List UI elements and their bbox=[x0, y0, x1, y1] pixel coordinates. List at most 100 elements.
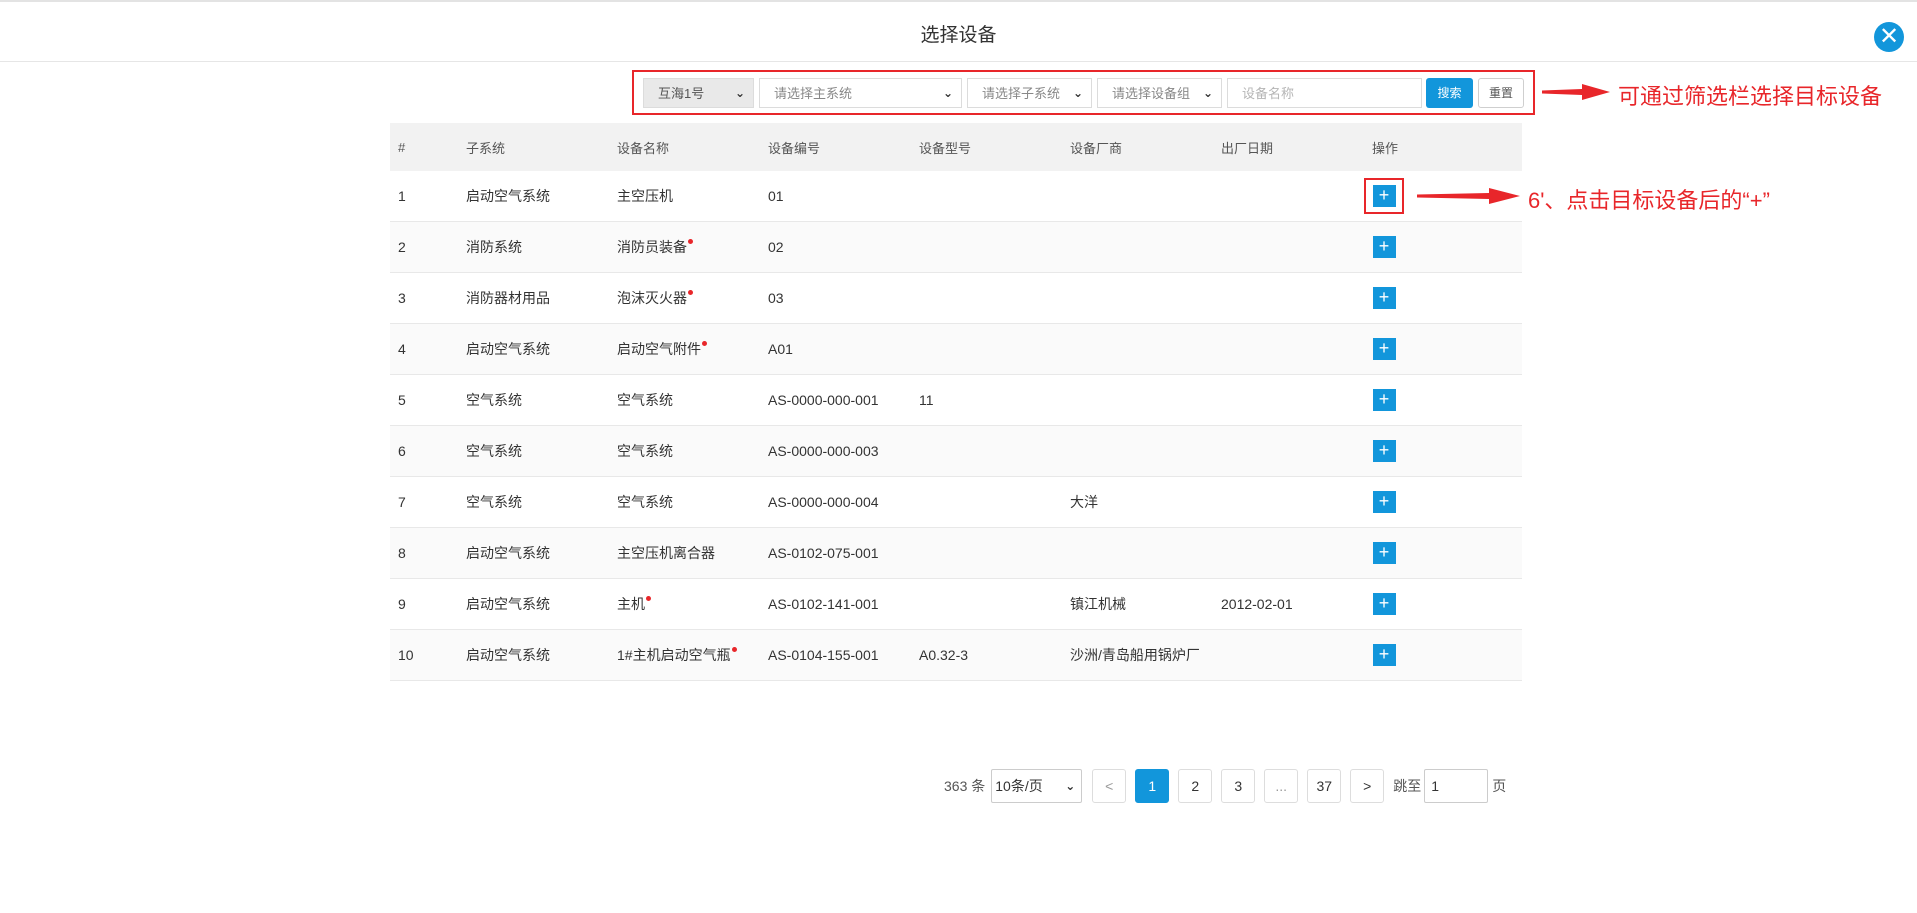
table-row: 8 启动空气系统 主空压机离合器 AS-0102-075-001 + bbox=[390, 528, 1522, 579]
row-action: + bbox=[1372, 331, 1522, 367]
row-subsystem-text: 启动空气系统 bbox=[466, 596, 550, 612]
sub-system-placeholder: 请选择子系统 bbox=[982, 86, 1061, 101]
row-subsystem: 空气系统 bbox=[466, 492, 617, 512]
prev-page-button[interactable]: < bbox=[1092, 769, 1127, 803]
row-vendor: 大洋 bbox=[1070, 492, 1221, 512]
row-action: + bbox=[1372, 229, 1522, 265]
row-date: 2012-02-01 bbox=[1221, 596, 1372, 612]
row-device-name: 启动空气附件 bbox=[617, 339, 768, 359]
table-row: 5 空气系统 空气系统 AS-0000-000-001 11 + bbox=[390, 375, 1522, 426]
row-device-name: 消防员装备 bbox=[617, 237, 768, 257]
add-device-button[interactable]: + bbox=[1372, 593, 1396, 615]
add-device-button[interactable]: + bbox=[1372, 389, 1396, 411]
row-subsystem: 启动空气系统 bbox=[466, 339, 617, 359]
row-device-name-text: 主空压机 bbox=[617, 188, 673, 204]
page-button-last[interactable]: 37 bbox=[1307, 769, 1342, 803]
jump-page-input[interactable]: 1 bbox=[1424, 769, 1489, 803]
device-table: # 子系统 设备名称 设备编号 设备型号 设备厂商 出厂日期 操作 1 启动空气系… bbox=[390, 123, 1522, 681]
row-index-text: 8 bbox=[398, 545, 406, 561]
row-subsystem: 启动空气系统 bbox=[466, 594, 617, 614]
table-row: 4 启动空气系统 启动空气附件 A01 + bbox=[390, 324, 1522, 375]
row-device-code: 03 bbox=[768, 290, 919, 306]
row-date-text: 2012-02-01 bbox=[1221, 596, 1293, 612]
row-device-name: 主空压机 bbox=[617, 186, 768, 206]
row-index-text: 10 bbox=[398, 647, 414, 663]
jump-label: 跳至 bbox=[1393, 778, 1422, 794]
row-device-name: 主机 bbox=[617, 594, 768, 614]
row-device-code-text: AS-0000-000-003 bbox=[768, 443, 879, 459]
add-device-button[interactable]: + bbox=[1372, 338, 1396, 360]
row-subsystem-text: 启动空气系统 bbox=[466, 188, 550, 204]
row-action: + bbox=[1372, 637, 1522, 673]
add-wrapper: + bbox=[1364, 637, 1404, 673]
row-device-code: AS-0000-000-001 bbox=[768, 392, 919, 408]
row-index: 6 bbox=[390, 443, 466, 459]
search-button[interactable]: 搜索 bbox=[1426, 77, 1473, 108]
add-device-button[interactable]: + bbox=[1372, 542, 1396, 564]
row-subsystem: 空气系统 bbox=[466, 390, 617, 410]
row-index-text: 4 bbox=[398, 341, 406, 357]
row-action: + bbox=[1372, 535, 1522, 571]
row-vendor: 沙洲/青岛船用锅炉厂 bbox=[1070, 645, 1221, 665]
add-wrapper: + bbox=[1364, 484, 1404, 520]
header-device-name: 设备名称 bbox=[617, 140, 670, 156]
header-subsystem: 子系统 bbox=[466, 140, 506, 156]
table-row: 6 空气系统 空气系统 AS-0000-000-003 + bbox=[390, 426, 1522, 477]
add-wrapper: + bbox=[1364, 586, 1404, 622]
add-wrapper: + bbox=[1364, 280, 1404, 316]
row-device-name: 泡沫灭火器 bbox=[617, 288, 768, 308]
row-subsystem: 消防器材用品 bbox=[466, 288, 617, 308]
row-index-text: 2 bbox=[398, 239, 406, 255]
row-subsystem-text: 启动空气系统 bbox=[466, 341, 550, 357]
row-subsystem-text: 空气系统 bbox=[466, 494, 522, 510]
ship-select-value: 互海1号 bbox=[658, 86, 705, 101]
row-index: 5 bbox=[390, 392, 466, 408]
row-action: + bbox=[1372, 382, 1522, 418]
device-group-select[interactable]: 请选择设备组 ⌄ bbox=[1097, 77, 1222, 108]
next-page-button[interactable]: > bbox=[1350, 769, 1385, 803]
row-subsystem: 消防系统 bbox=[466, 237, 617, 257]
row-index-text: 6 bbox=[398, 443, 406, 459]
main-system-select[interactable]: 请选择主系统 ⌄ bbox=[759, 77, 962, 108]
page-button-2[interactable]: 2 bbox=[1178, 769, 1213, 803]
add-device-button[interactable]: + bbox=[1372, 185, 1396, 207]
close-icon[interactable]: ✕ bbox=[1874, 22, 1904, 52]
table-row: 9 启动空气系统 主机 AS-0102-141-001 镇江机械 2012-02-01 + bbox=[390, 579, 1522, 630]
page-ellipsis[interactable]: ... bbox=[1264, 769, 1299, 803]
table-body: 1 启动空气系统 主空压机 01 +2 消防系统 消防员装备 02 +3 消防器材用品 泡沫灭火器 0… bbox=[390, 171, 1522, 681]
row-device-name-text: 1#主机启动空气瓶 bbox=[617, 647, 731, 663]
row-vendor: 镇江机械 bbox=[1070, 594, 1221, 614]
reset-button[interactable]: 重置 bbox=[1478, 77, 1524, 108]
page-button-1[interactable]: 1 bbox=[1135, 769, 1170, 803]
required-dot-icon bbox=[688, 239, 693, 244]
add-device-button[interactable]: + bbox=[1372, 440, 1396, 462]
row-device-name: 空气系统 bbox=[617, 441, 768, 461]
row-device-code: AS-0000-000-003 bbox=[768, 443, 919, 459]
row-subsystem-text: 空气系统 bbox=[466, 392, 522, 408]
header-device-code: 设备编号 bbox=[768, 140, 821, 156]
page-button-3[interactable]: 3 bbox=[1221, 769, 1256, 803]
row-subsystem: 启动空气系统 bbox=[466, 543, 617, 563]
row-action: + bbox=[1372, 433, 1522, 469]
row-subsystem: 空气系统 bbox=[466, 441, 617, 461]
add-device-button[interactable]: + bbox=[1372, 236, 1396, 258]
filter-arrow-icon bbox=[1542, 84, 1610, 100]
row-device-code-text: AS-0000-000-001 bbox=[768, 392, 879, 408]
row-device-code: A01 bbox=[768, 341, 919, 357]
row-subsystem-text: 消防器材用品 bbox=[466, 290, 550, 306]
row-index: 7 bbox=[390, 494, 466, 510]
add-device-button[interactable]: + bbox=[1372, 287, 1396, 309]
add-device-button[interactable]: + bbox=[1372, 491, 1396, 513]
chevron-down-icon: ⌄ bbox=[1072, 85, 1083, 100]
row-device-name-text: 空气系统 bbox=[617, 392, 673, 408]
page-size-select[interactable]: 10条/页 ⌄ bbox=[991, 769, 1083, 803]
table-row: 1 启动空气系统 主空压机 01 + bbox=[390, 171, 1522, 222]
highlighted-add-wrapper: + bbox=[1364, 178, 1404, 214]
add-device-button[interactable]: + bbox=[1372, 644, 1396, 666]
row-index: 4 bbox=[390, 341, 466, 357]
row-index-text: 9 bbox=[398, 596, 406, 612]
device-name-input[interactable]: 设备名称 bbox=[1227, 77, 1422, 108]
ship-select[interactable]: 互海1号 ⌄ bbox=[643, 77, 754, 108]
sub-system-select[interactable]: 请选择子系统 ⌄ bbox=[967, 77, 1092, 108]
row-device-model-text: A0.32-3 bbox=[919, 647, 969, 663]
